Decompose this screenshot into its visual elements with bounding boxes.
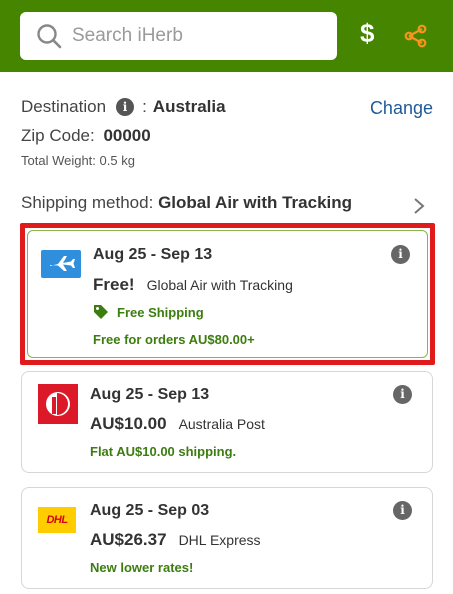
- total-weight: Total Weight: 0.5 kg: [21, 153, 135, 168]
- promo-note: New lower rates!: [90, 560, 194, 575]
- destination-label: Destination: [21, 97, 107, 116]
- chevron-right-icon[interactable]: [412, 196, 426, 216]
- price-line: AU$26.37 DHL Express: [90, 530, 261, 550]
- info-icon[interactable]: i: [393, 501, 412, 520]
- promo-note: Free for orders AU$80.00+: [93, 332, 255, 347]
- price-line: Free! Global Air with Tracking: [93, 275, 293, 295]
- carrier-name: Australia Post: [178, 416, 265, 432]
- tag-icon: [94, 305, 108, 319]
- shipping-option-global-air[interactable]: Aug 25 - Sep 13 Free! Global Air with Tr…: [20, 223, 435, 365]
- currency-button[interactable]: $: [360, 18, 374, 49]
- delivery-date: Aug 25 - Sep 13: [90, 386, 210, 403]
- shipping-method-value: Global Air with Tracking: [158, 193, 353, 212]
- carrier-name: DHL Express: [178, 532, 261, 548]
- free-shipping-badge: Free Shipping: [93, 304, 204, 320]
- share-icon[interactable]: [404, 24, 428, 48]
- zip-value: 00000: [103, 126, 151, 145]
- price: AU$10.00: [90, 414, 167, 433]
- free-shipping-label: Free Shipping: [117, 304, 204, 320]
- info-icon[interactable]: i: [393, 385, 412, 404]
- price-line: AU$10.00 Australia Post: [90, 414, 265, 434]
- zip-code-row: Zip Code: 00000: [21, 126, 151, 146]
- price: AU$26.37: [90, 530, 167, 549]
- delivery-date: Aug 25 - Sep 03: [90, 502, 210, 519]
- promo-note: Flat AU$10.00 shipping.: [90, 444, 237, 459]
- dhl-logo-text: DHL: [46, 514, 68, 526]
- top-bar: Search iHerb $: [0, 0, 453, 72]
- australia-post-logo: [38, 384, 78, 424]
- delivery-date: Aug 25 - Sep 13: [93, 246, 213, 263]
- search-placeholder: Search iHerb: [72, 25, 183, 46]
- shipping-option-dhl-express[interactable]: DHL Aug 25 - Sep 03 AU$26.37 DHL Express…: [21, 487, 433, 589]
- airplane-icon: [41, 250, 81, 278]
- change-destination-link[interactable]: Change: [370, 98, 433, 119]
- search-icon: [37, 24, 62, 49]
- destination-row: Destination i : Australia: [21, 97, 226, 117]
- price: Free!: [93, 275, 135, 294]
- destination-country: Australia: [152, 97, 226, 116]
- search-input[interactable]: Search iHerb: [20, 12, 337, 60]
- info-icon[interactable]: i: [391, 245, 410, 264]
- dhl-logo: DHL: [38, 507, 76, 533]
- shipping-option-australia-post[interactable]: Aug 25 - Sep 13 AU$10.00 Australia Post …: [21, 371, 433, 473]
- shipping-method-label: Shipping method:: [21, 193, 154, 212]
- shipping-method-row[interactable]: Shipping method: Global Air with Trackin…: [21, 193, 352, 213]
- destination-separator: :: [142, 97, 147, 116]
- zip-label: Zip Code:: [21, 126, 95, 145]
- carrier-name: Global Air with Tracking: [146, 277, 293, 293]
- info-icon[interactable]: i: [116, 98, 135, 116]
